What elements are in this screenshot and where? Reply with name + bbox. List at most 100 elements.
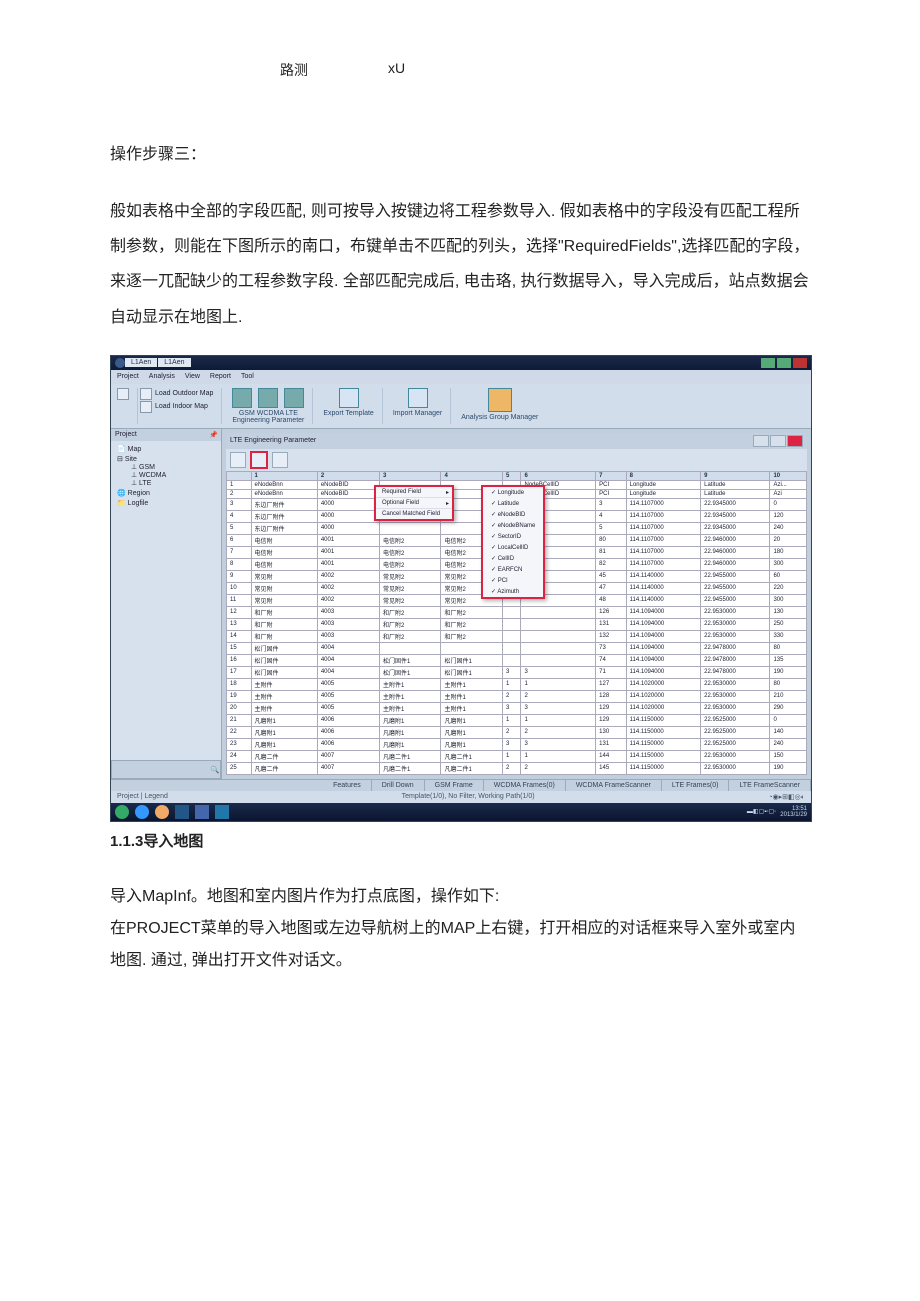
import-manager-icon[interactable]: [408, 388, 428, 408]
load-outdoor-map[interactable]: Load Outdoor Map: [155, 390, 213, 397]
panel-close-button[interactable]: [787, 435, 803, 447]
table-row[interactable]: 19主附件4005主附件1主附件122128114.102000022.9530…: [227, 690, 807, 702]
col-header[interactable]: 6: [521, 471, 596, 480]
panel-max-button[interactable]: [770, 435, 786, 447]
menu-analysis[interactable]: Analysis: [149, 373, 175, 380]
analysis-group-icon[interactable]: [488, 388, 512, 412]
app-icon: [115, 358, 125, 368]
header-col1: 路测: [280, 60, 308, 80]
panel-tab-import[interactable]: [250, 451, 268, 469]
table-row[interactable]: 23凡磨附14006凡磨附1凡磨附133131114.115000022.952…: [227, 738, 807, 750]
col-header[interactable]: 4: [441, 471, 503, 480]
export-template-icon[interactable]: [339, 388, 359, 408]
table-row[interactable]: 15松门固件400473114.109400022.947800080: [227, 642, 807, 654]
table-row[interactable]: 14和厂附4003和厂附2和厂附2132114.109400022.953000…: [227, 630, 807, 642]
optional-field-item[interactable]: Optional Field▸: [376, 498, 452, 509]
panel-title: LTE Engineering Parameter: [230, 437, 316, 444]
tree-lte[interactable]: ⊥ LTE: [117, 479, 215, 487]
panel-tab-1[interactable]: [230, 452, 246, 468]
project-legend-tab[interactable]: Project | Legend: [117, 793, 168, 801]
tree-region[interactable]: 🌐 Region: [117, 489, 215, 497]
cancel-match-item[interactable]: Cancel Matched Field: [376, 509, 452, 519]
load-outdoor-map-icon[interactable]: [140, 388, 152, 400]
gsm-icon[interactable]: [232, 388, 252, 408]
load-indoor-map[interactable]: Load Indoor Map: [155, 403, 208, 410]
ribbon-export: Export Template: [323, 410, 373, 417]
bottom-tab[interactable]: Drill Down: [372, 780, 425, 791]
wcdma-icon[interactable]: [258, 388, 278, 408]
submenu-item[interactable]: ✓ EARFCN: [483, 564, 543, 575]
col-header[interactable]: [227, 471, 252, 480]
col-header[interactable]: 1: [251, 471, 317, 480]
col-header[interactable]: 10: [770, 471, 807, 480]
pin-icon[interactable]: 📌: [209, 431, 217, 439]
ribbon-gsm: GSM: [239, 410, 255, 417]
table-row[interactable]: 16松门固件4004松门固件1松门固件174114.109400022.9478…: [227, 654, 807, 666]
menu-report[interactable]: Report: [210, 373, 231, 380]
panel-min-button[interactable]: [753, 435, 769, 447]
app3-icon[interactable]: [215, 805, 229, 819]
paragraph-1: 般如表格中全部的字段匹配, 则可按导入按键边将工程参数导入. 假如表格中的字段没…: [110, 194, 810, 335]
table-row[interactable]: 17松门固件4004松门固件1松门固件13371114.109400022.94…: [227, 666, 807, 678]
submenu-item[interactable]: ✓ CellID: [483, 553, 543, 564]
tree-map[interactable]: 📄 Map: [117, 445, 215, 453]
table-row[interactable]: 24凡磨二件4007凡磨二件1凡磨二件111144114.115000022.9…: [227, 750, 807, 762]
bottom-tab[interactable]: WCDMA Frames(0): [484, 780, 566, 791]
side-search-tab[interactable]: 🔍: [111, 760, 221, 779]
lte-icon[interactable]: [284, 388, 304, 408]
ie-icon[interactable]: [135, 805, 149, 819]
ribbon-lte: LTE: [286, 410, 298, 417]
load-indoor-map-icon[interactable]: [140, 401, 152, 413]
table-row[interactable]: 18主附件4005主附件1主附件111127114.102000022.9530…: [227, 678, 807, 690]
parameter-panel: LTE Engineering Parameter 12345678: [226, 433, 807, 775]
submenu-item[interactable]: ✓ eNodeBID: [483, 509, 543, 520]
col-header[interactable]: 9: [701, 471, 770, 480]
submenu-item[interactable]: ✓ Longitude: [483, 487, 543, 498]
menu-view[interactable]: View: [185, 373, 200, 380]
tree-gsm[interactable]: ⊥ GSM: [117, 463, 215, 471]
title-tab-1[interactable]: L1Aen: [125, 358, 157, 367]
bottom-tab[interactable]: Features: [323, 780, 372, 791]
bottom-tab[interactable]: LTE FrameScanner: [729, 780, 811, 791]
app1-icon[interactable]: [175, 805, 189, 819]
maximize-button[interactable]: [777, 358, 791, 368]
submenu-item[interactable]: ✓ LocalCellID: [483, 542, 543, 553]
title-tab-2[interactable]: L1Aen: [158, 358, 190, 367]
bottom-tab[interactable]: GSM Frame: [425, 780, 484, 791]
submenu[interactable]: ✓ Longitude✓ Latitude✓ eNodeBID✓ eNodeBN…: [481, 485, 545, 599]
panel-tab-3[interactable]: [272, 452, 288, 468]
table-row[interactable]: 21凡磨附14006凡磨附1凡磨附111129114.115000022.952…: [227, 714, 807, 726]
context-menu[interactable]: Required Field▸ Optional Field▸ Cancel M…: [374, 485, 454, 521]
col-header[interactable]: 2: [317, 471, 379, 480]
submenu-item[interactable]: ✓ SectorID: [483, 531, 543, 542]
app2-icon[interactable]: [195, 805, 209, 819]
bottom-tabs: FeaturesDrill DownGSM FrameWCDMA Frames(…: [111, 779, 811, 791]
data-grid[interactable]: 123456789101eNodeBnneNodeBIDNodeBCellIDP…: [226, 471, 807, 775]
col-header[interactable]: 3: [379, 471, 441, 480]
col-header[interactable]: 7: [596, 471, 626, 480]
submenu-item[interactable]: ✓ PCI: [483, 575, 543, 586]
start-icon[interactable]: [115, 805, 129, 819]
submenu-item[interactable]: ✓ Azimuth: [483, 586, 543, 597]
table-row[interactable]: 13和厂附4003和厂附2和厂附2131114.109400022.953000…: [227, 618, 807, 630]
tree-wcdma[interactable]: ⊥ WCDMA: [117, 471, 215, 479]
table-row[interactable]: 20主附件4005主附件1主附件133129114.102000022.9530…: [227, 702, 807, 714]
table-row[interactable]: 22凡磨附14006凡磨附1凡磨附122130114.115000022.952…: [227, 726, 807, 738]
table-row[interactable]: 12和厂附4003和厂附2和厂附2126114.109400022.953000…: [227, 606, 807, 618]
submenu-item[interactable]: ✓ Latitude: [483, 498, 543, 509]
bottom-tab[interactable]: WCDMA FrameScanner: [566, 780, 662, 791]
menu-project[interactable]: Project: [117, 373, 139, 380]
col-header[interactable]: 5: [502, 471, 521, 480]
table-row[interactable]: 25凡磨二件4007凡磨二件1凡磨二件122145114.115000022.9…: [227, 762, 807, 774]
tray-icons[interactable]: ▬◧▢▪▫▢◦: [747, 808, 776, 815]
minimize-button[interactable]: [761, 358, 775, 368]
close-button[interactable]: [793, 358, 807, 368]
submenu-item[interactable]: ✓ eNodeBName: [483, 520, 543, 531]
tree-site[interactable]: ⊟ Site ⊥ GSM ⊥ WCDMA ⊥ LTE: [117, 455, 215, 487]
bottom-tab[interactable]: LTE Frames(0): [662, 780, 730, 791]
col-header[interactable]: 8: [626, 471, 701, 480]
menu-tool[interactable]: Tool: [241, 373, 254, 380]
tree-logfile[interactable]: 📁 Logfile: [117, 499, 215, 507]
required-field-item[interactable]: Required Field▸: [376, 487, 452, 498]
folder-icon[interactable]: [155, 805, 169, 819]
